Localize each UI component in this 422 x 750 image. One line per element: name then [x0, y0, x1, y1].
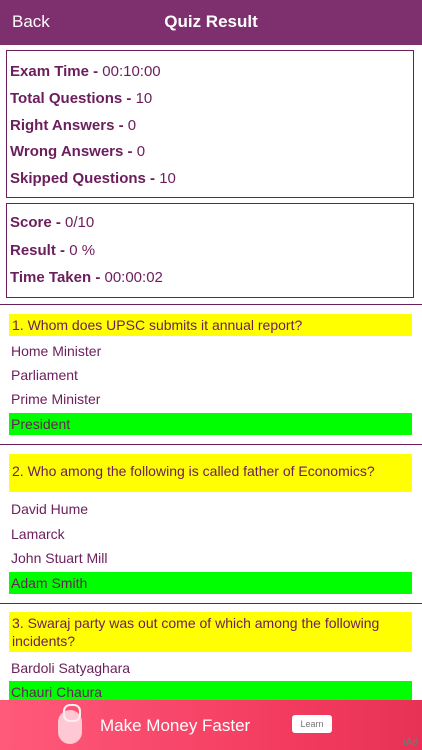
correct-answer-option: President: [9, 413, 412, 435]
total-questions-row: Total Questions - 10: [10, 90, 152, 107]
exam-time-label: Exam Time -: [10, 63, 103, 80]
right-answers-row: Right Answers - 0: [10, 117, 136, 134]
answer-option: Parliament: [11, 367, 78, 383]
ad-learn-more-button[interactable]: Learn More: [292, 715, 332, 733]
wrong-answers-label: Wrong Answers -: [10, 143, 137, 160]
score-row: Score - 0/10: [10, 214, 94, 231]
skipped-questions-label: Skipped Questions -: [10, 170, 160, 187]
time-taken-value: 00:00:02: [104, 269, 163, 286]
answer-option: Lamarck: [11, 526, 65, 542]
wrong-answers-value: 0: [136, 143, 146, 160]
total-questions-label: Total Questions -: [10, 90, 136, 107]
result-value: 0 %: [69, 242, 96, 259]
exam-time-value: 00:10:00: [102, 63, 161, 80]
result-row: Result - 0 %: [10, 242, 95, 259]
result-label: Result -: [10, 242, 70, 259]
time-taken-label: Time Taken -: [10, 269, 105, 286]
right-answers-label: Right Answers -: [10, 117, 128, 134]
answer-option: Prime Minister: [11, 391, 101, 407]
iad-tag: iAd: [403, 737, 418, 748]
exam-time-row: Exam Time - 00:10:00: [10, 63, 161, 80]
ad-text: Make Money Faster: [100, 716, 251, 735]
question-text: 2. Who among the following is called fat…: [9, 454, 412, 492]
time-taken-row: Time Taken - 00:00:02: [10, 269, 163, 286]
answer-option: Home Minister: [11, 343, 102, 359]
right-answers-value: 0: [127, 117, 137, 134]
skipped-questions-value: 10: [159, 170, 176, 187]
wrong-answers-row: Wrong Answers - 0: [10, 143, 145, 160]
finger-tap-icon: [58, 704, 82, 744]
divider: [0, 304, 422, 305]
total-questions-value: 10: [135, 90, 153, 107]
score-label: Score -: [10, 214, 66, 231]
nav-bar: Back Quiz Result: [0, 0, 422, 45]
score-value: 0/10: [65, 214, 95, 231]
answer-option: John Stuart Mill: [11, 550, 108, 566]
divider: [0, 444, 422, 445]
page-title: Quiz Result: [164, 12, 258, 31]
divider: [0, 603, 422, 604]
question-text: 1. Whom does UPSC submits it annual repo…: [9, 314, 412, 336]
skipped-questions-row: Skipped Questions - 10: [10, 170, 176, 187]
correct-answer-option: Adam Smith: [9, 572, 412, 594]
question-text: 3. Swaraj party was out come of which am…: [9, 612, 412, 652]
answer-option: David Hume: [11, 501, 89, 517]
answer-option: Bardoli Satyaghara: [11, 660, 131, 676]
